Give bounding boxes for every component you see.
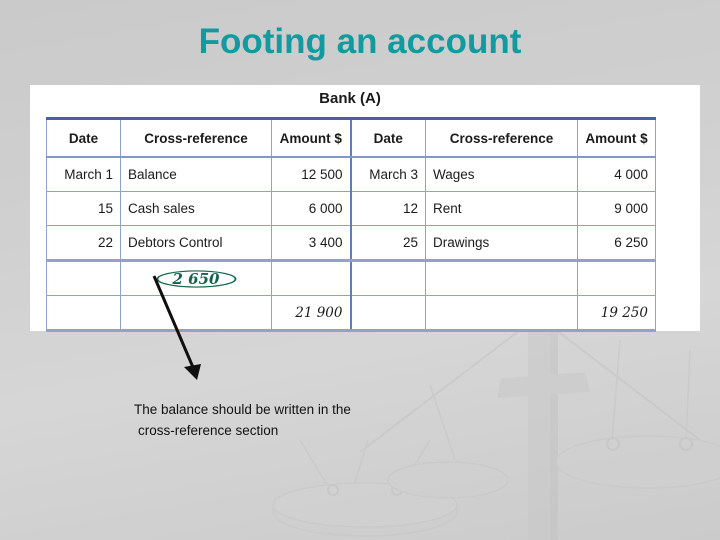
cell-total-crossref-left <box>120 295 272 332</box>
cell-balance-crossref-right <box>425 259 578 296</box>
column-header-amount-right: Amount $ <box>577 117 656 158</box>
ledger-panel: Bank (A) Date Cross-reference Amount $ D… <box>30 85 700 332</box>
cell-date-left: 15 <box>46 191 121 226</box>
column-header-amount-left: Amount $ <box>271 117 351 158</box>
total-row: 21 900 19 250 <box>46 295 656 332</box>
table-header-row: Date Cross-reference Amount $ Date Cross… <box>46 117 656 158</box>
cell-crossref-left: Balance <box>120 156 272 192</box>
balance-amount-text: 2 650 <box>172 269 220 288</box>
cell-amount-left: 6 000 <box>271 191 351 226</box>
cell-crossref-right: Wages <box>425 156 578 192</box>
ledger-table: Date Cross-reference Amount $ Date Cross… <box>46 117 656 332</box>
account-title: Bank (A) <box>319 90 381 107</box>
caption-line-1: The balance should be written in the <box>134 402 351 417</box>
cell-amount-right: 9 000 <box>577 191 656 226</box>
cell-amount-right: 4 000 <box>577 156 656 192</box>
table-row: March 1 Balance 12 500 March 3 Wages 4 0… <box>46 156 656 192</box>
cell-total-date-right <box>349 295 426 332</box>
table-row: 22 Debtors Control 3 400 25 Drawings 6 2… <box>46 225 656 261</box>
cell-date-right: March 3 <box>349 156 426 192</box>
cell-date-right: 12 <box>349 191 426 226</box>
cell-amount-left: 12 500 <box>271 156 351 192</box>
cell-balance-date-left <box>46 259 121 296</box>
page-title: Footing an account <box>198 22 522 61</box>
cell-crossref-right: Drawings <box>425 225 578 261</box>
cell-crossref-left: Debtors Control <box>120 225 272 261</box>
cell-date-right: 25 <box>349 225 426 261</box>
cell-balance-amount-left <box>271 259 351 296</box>
column-header-crossref-right: Cross-reference <box>425 117 578 158</box>
arrowhead-icon <box>184 364 201 380</box>
slide: Footing an account Bank (A) Date Cross-r… <box>0 0 720 540</box>
column-header-crossref-left: Cross-reference <box>120 117 272 158</box>
cell-amount-right: 6 250 <box>577 225 656 261</box>
cell-date-left: 22 <box>46 225 121 261</box>
cell-balance-date-right <box>349 259 426 296</box>
caption-line-2: cross-reference section <box>138 423 279 438</box>
cell-balance-crossref-left: 2 650 <box>120 259 272 296</box>
cell-total-date-left <box>46 295 121 332</box>
caption-text: The balance should be written in the cro… <box>134 399 464 441</box>
cell-amount-left: 3 400 <box>271 225 351 261</box>
table-row: 15 Cash sales 6 000 12 Rent 9 000 <box>46 191 656 226</box>
cell-crossref-right: Rent <box>425 191 578 226</box>
column-header-date-right: Date <box>349 117 426 158</box>
cell-crossref-left: Cash sales <box>120 191 272 226</box>
cell-total-amount-left: 21 900 <box>271 295 351 332</box>
cell-date-left: March 1 <box>46 156 121 192</box>
cell-total-crossref-right <box>425 295 578 332</box>
column-header-date-left: Date <box>46 117 121 158</box>
balance-row: 2 650 <box>46 259 656 296</box>
cell-total-amount-right: 19 250 <box>577 295 656 332</box>
circled-balance-value: 2 650 <box>155 269 238 289</box>
cell-balance-amount-right <box>577 259 656 296</box>
